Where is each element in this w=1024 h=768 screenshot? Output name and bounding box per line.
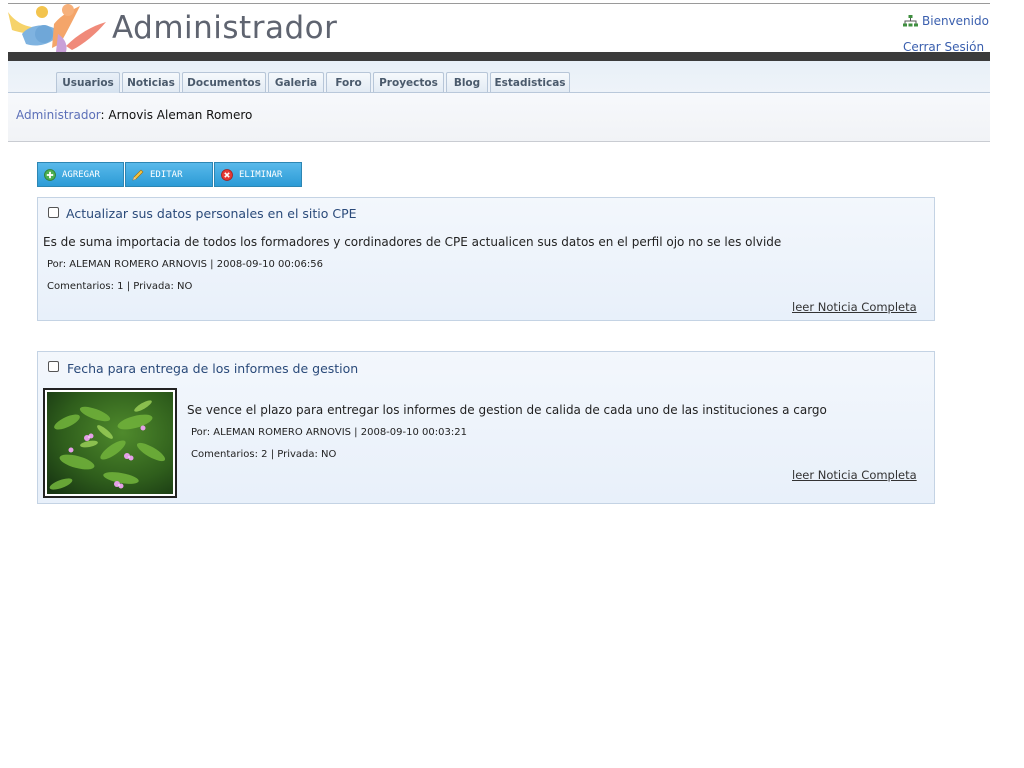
breadcrumb: Administrador: Arnovis Aleman Romero xyxy=(16,108,252,122)
news-body: Se vence el plazo para entregar los info… xyxy=(187,403,827,417)
delete-button-label: ELIMINAR xyxy=(239,169,283,180)
breadcrumb-role-link[interactable]: Administrador xyxy=(16,108,101,122)
flower-photo-image xyxy=(47,392,173,494)
logo-people-icon xyxy=(8,4,106,52)
nav-band: Usuarios Noticias Documentos Galeria For… xyxy=(8,61,990,142)
news-stats-line: Comentarios: 2 | Privada: NO xyxy=(191,449,337,460)
edit-button[interactable]: EDITAR xyxy=(125,162,213,187)
news-toolbar: AGREGAR EDITAR ELIMINAR xyxy=(37,162,303,187)
news-title[interactable]: Actualizar sus datos personales en el si… xyxy=(66,206,357,221)
app-title: Administrador xyxy=(112,10,338,46)
add-button-label: AGREGAR xyxy=(62,169,100,180)
delete-button[interactable]: ELIMINAR xyxy=(214,162,302,187)
tab-usuarios[interactable]: Usuarios xyxy=(56,72,120,93)
news-thumbnail[interactable] xyxy=(43,388,177,498)
news-card: Actualizar sus datos personales en el si… xyxy=(37,197,935,321)
welcome-label: Bienvenido xyxy=(922,14,989,28)
news-select-checkbox[interactable] xyxy=(48,361,59,372)
news-body: Es de suma importacia de todos los forma… xyxy=(43,235,782,249)
welcome-link[interactable]: Bienvenido xyxy=(903,14,989,28)
tab-foro[interactable]: Foro xyxy=(326,72,371,92)
tab-estadisticas[interactable]: Estadisticas xyxy=(490,72,570,92)
breadcrumb-user-name: Arnovis Aleman Romero xyxy=(108,108,253,122)
tab-galeria[interactable]: Galeria xyxy=(268,72,324,92)
plus-circle-icon xyxy=(44,168,56,181)
header-divider-bar xyxy=(8,52,990,61)
delete-circle-icon xyxy=(221,168,233,181)
edit-button-label: EDITAR xyxy=(150,169,183,180)
tab-noticias[interactable]: Noticias xyxy=(122,72,180,92)
news-select-checkbox[interactable] xyxy=(48,207,59,218)
tabs-baseline xyxy=(8,92,990,93)
sitemap-icon xyxy=(903,15,918,27)
add-button[interactable]: AGREGAR xyxy=(37,162,124,187)
pencil-icon xyxy=(132,169,144,180)
breadcrumb-separator: : xyxy=(100,108,105,122)
news-author-line: Por: ALEMAN ROMERO ARNOVIS | 2008-09-10 … xyxy=(47,259,323,270)
news-stats-line: Comentarios: 1 | Privada: NO xyxy=(47,281,193,292)
tab-proyectos[interactable]: Proyectos xyxy=(373,72,444,92)
news-author-line: Por: ALEMAN ROMERO ARNOVIS | 2008-09-10 … xyxy=(191,427,467,438)
tab-documentos[interactable]: Documentos xyxy=(182,72,266,92)
news-card: Fecha para entrega de los informes de ge… xyxy=(37,351,935,504)
news-title[interactable]: Fecha para entrega de los informes de ge… xyxy=(67,361,358,376)
header: Administrador Bienvenido Cerrar Sesión xyxy=(8,4,990,54)
read-more-link[interactable]: leer Noticia Completa xyxy=(792,300,917,314)
tab-blog[interactable]: Blog xyxy=(446,72,488,92)
read-more-link[interactable]: leer Noticia Completa xyxy=(792,468,917,482)
